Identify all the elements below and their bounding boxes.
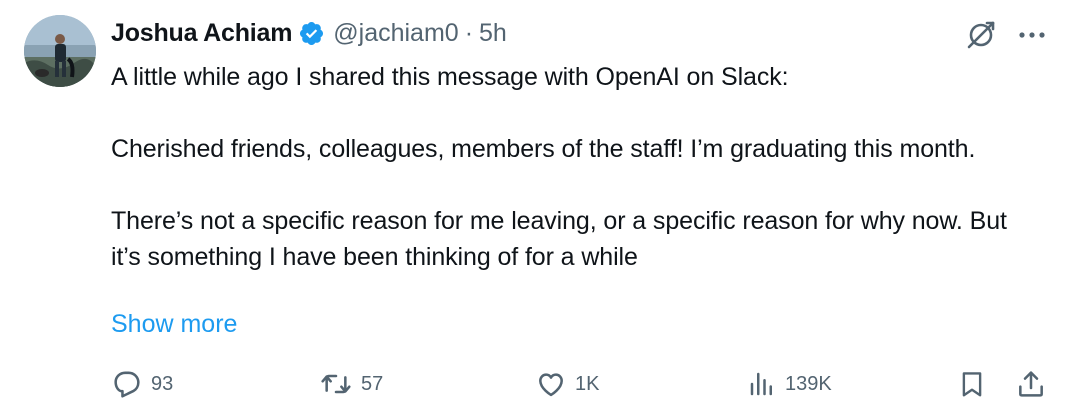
share-button[interactable]	[1015, 364, 1047, 404]
views-button[interactable]: 139K	[747, 364, 832, 404]
bookmark-button[interactable]	[957, 364, 987, 404]
header-separator: ·	[464, 18, 474, 47]
reply-icon	[114, 371, 140, 398]
grok-button[interactable]	[960, 16, 1002, 54]
repost-count: 57	[361, 372, 384, 395]
views-count: 139K	[785, 372, 832, 395]
grok-icon	[967, 21, 995, 49]
bookmark-icon	[962, 372, 982, 397]
heart-icon	[539, 373, 563, 397]
tweet-paragraph: Cherished friends, colleagues, members o…	[111, 135, 976, 163]
avatar[interactable]	[24, 15, 96, 87]
author-handle[interactable]: @jachiam0	[333, 19, 458, 48]
tweet-header: Joshua Achiam @jachiam0 · 5h	[111, 14, 507, 52]
verified-badge-icon[interactable]	[298, 20, 325, 47]
share-icon	[1019, 371, 1043, 397]
like-count: 1K	[575, 372, 600, 395]
more-dots-icon	[1019, 32, 1045, 38]
reply-count: 93	[151, 372, 174, 395]
tweet-paragraph: A little while ago I shared this message…	[111, 63, 789, 91]
tweet-text: A little while ago I shared this message…	[111, 59, 1011, 275]
show-more-link[interactable]: Show more	[111, 306, 237, 342]
like-button[interactable]: 1K	[535, 364, 599, 404]
author-name[interactable]: Joshua Achiam	[111, 19, 292, 48]
avatar-photo	[24, 15, 96, 87]
tweet-actions: 93 57 1K 139K	[111, 364, 1051, 404]
tweet-timestamp[interactable]: 5h	[479, 19, 507, 48]
repost-button[interactable]: 57	[319, 364, 383, 404]
repost-icon	[321, 374, 351, 394]
analytics-icon	[750, 372, 772, 396]
more-options-button[interactable]	[1012, 16, 1052, 54]
tweet-paragraph: There’s not a specific reason for me lea…	[111, 207, 1007, 271]
reply-button[interactable]: 93	[111, 364, 173, 404]
